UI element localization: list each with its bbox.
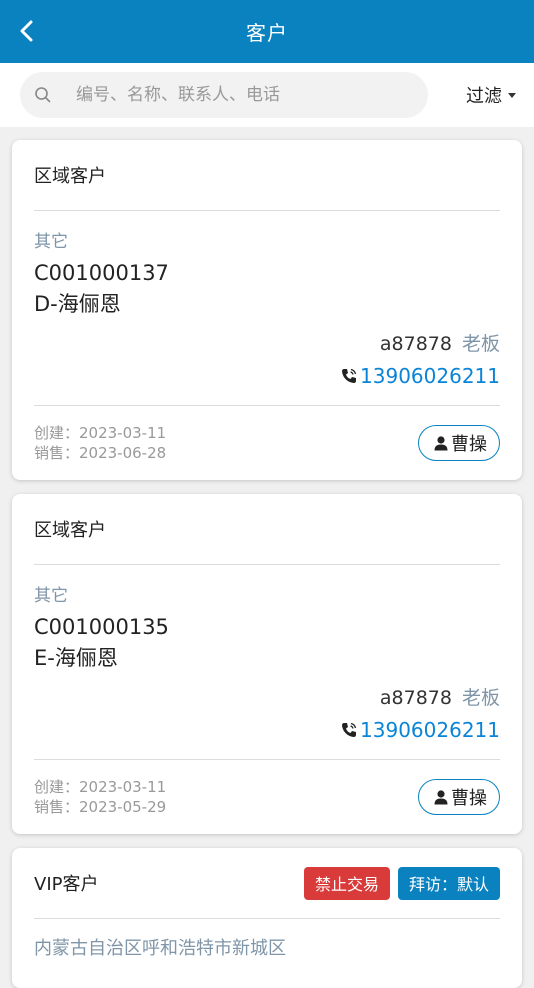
contact-row: a87878 老板 (34, 683, 500, 713)
customer-card[interactable]: 区域客户 其它 C001000135 E-海俪恩 a87878 老板 139060… (12, 494, 522, 834)
phone-link[interactable]: 13906026211 (360, 718, 500, 742)
customer-code: C001000135 (34, 615, 169, 639)
customer-type: 区域客户 (34, 166, 106, 187)
user-icon (433, 435, 449, 451)
customer-list: 区域客户 其它 C001000137 D-海俪恩 a87878 老板 139060… (0, 127, 534, 988)
contact-role: 老板 (461, 687, 500, 709)
app-header: 客户 (0, 0, 534, 63)
sales-date: 销售：2023-06-28 (34, 444, 167, 462)
created-date: 创建：2023-03-11 (34, 778, 167, 796)
search-input[interactable] (74, 84, 378, 106)
card-dates: 创建：2023-03-11 销售：2023-05-29 (34, 777, 166, 817)
search-bar: 过滤 (0, 63, 534, 127)
phone-row: 13906026211 (34, 361, 500, 391)
customer-address: 内蒙古自治区呼和浩特市新城区 (34, 938, 286, 959)
customer-code: C001000137 (34, 261, 169, 285)
search-box[interactable] (20, 72, 428, 118)
customer-card[interactable]: 区域客户 其它 C001000137 D-海俪恩 a87878 老板 139060… (12, 140, 522, 480)
sales-date: 销售：2023-05-29 (34, 798, 167, 816)
customer-type: VIP客户 (34, 874, 99, 895)
customer-name: D-海俪恩 (34, 292, 121, 316)
page-title: 客户 (246, 21, 288, 45)
card-dates: 创建：2023-03-11 销售：2023-06-28 (34, 423, 166, 463)
filter-label: 过滤 (466, 86, 502, 107)
search-icon (34, 86, 52, 104)
owner-name: 曹操 (451, 788, 487, 809)
owner-name: 曹操 (451, 434, 487, 455)
caret-down-icon (508, 92, 516, 98)
card-body: 其它 C001000137 D-海俪恩 a87878 老板 13906026211 (34, 211, 500, 406)
card-header: VIP客户 禁止交易 拜访：默认 (34, 848, 500, 919)
owner-button[interactable]: 曹操 (418, 425, 500, 461)
card-footer: 创建：2023-03-11 销售：2023-06-28 曹操 (34, 406, 500, 480)
banned-badge[interactable]: 禁止交易 (303, 866, 390, 900)
contact-name: a87878 (379, 687, 452, 709)
contact-row: a87878 老板 (34, 329, 500, 359)
contact-name: a87878 (379, 333, 452, 355)
phone-icon (342, 368, 357, 383)
card-header: 区域客户 (34, 140, 500, 211)
customer-type: 区域客户 (34, 520, 106, 541)
back-button[interactable] (10, 14, 44, 48)
contact-role: 老板 (461, 333, 500, 355)
card-badges: 禁止交易 拜访：默认 (303, 866, 500, 900)
customer-name: E-海俪恩 (34, 646, 118, 670)
phone-icon (342, 722, 357, 737)
card-header: 区域客户 (34, 494, 500, 565)
customer-category: 其它 (34, 232, 68, 252)
card-body: 其它 C001000135 E-海俪恩 a87878 老板 13906026211 (34, 565, 500, 760)
created-date: 创建：2023-03-11 (34, 424, 167, 442)
filter-button[interactable]: 过滤 (466, 82, 516, 108)
chevron-left-icon (20, 20, 33, 42)
visit-badge[interactable]: 拜访：默认 (397, 866, 500, 900)
user-icon (433, 789, 449, 805)
phone-row: 13906026211 (34, 715, 500, 745)
customer-card[interactable]: VIP客户 禁止交易 拜访：默认 内蒙古自治区呼和浩特市新城区 (12, 848, 522, 988)
owner-button[interactable]: 曹操 (418, 779, 500, 815)
card-footer: 创建：2023-03-11 销售：2023-05-29 曹操 (34, 760, 500, 834)
phone-link[interactable]: 13906026211 (360, 364, 500, 388)
customer-category: 其它 (34, 586, 68, 606)
